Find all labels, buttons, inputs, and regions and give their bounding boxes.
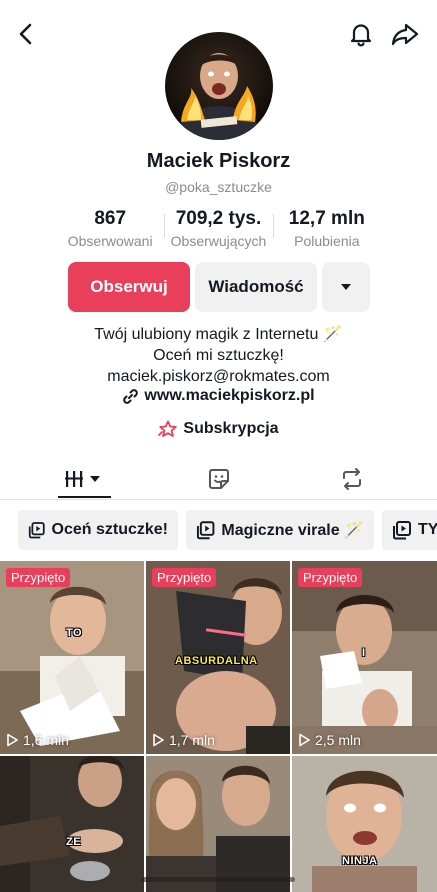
likes-count: 12,7 mln bbox=[288, 208, 365, 229]
video-thumbnail[interactable]: ZE bbox=[0, 756, 144, 892]
view-count-text: 2,5 mln bbox=[315, 732, 361, 748]
view-count-text: 1,7 mln bbox=[169, 732, 215, 748]
play-icon bbox=[153, 733, 164, 747]
followers-count: 709,2 tys. bbox=[175, 208, 262, 229]
play-icon bbox=[7, 733, 18, 747]
pinned-badge: Przypięto bbox=[6, 568, 71, 587]
playlist-label: TY bbox=[418, 521, 437, 538]
video-thumbnail[interactable]: Przypięto TO 1,6 mln bbox=[0, 561, 144, 754]
thumbnail-image bbox=[146, 756, 290, 892]
video-caption: I bbox=[362, 647, 366, 659]
likes-label: Polubienia bbox=[294, 233, 360, 249]
playlist-chip[interactable]: TY bbox=[382, 510, 437, 550]
video-grid: Przypięto TO 1,6 mln Przypięto ABSURDALN… bbox=[0, 561, 437, 892]
view-count: 1,7 mln bbox=[152, 732, 215, 748]
profile-link[interactable]: www.maciekpiskorz.pl bbox=[0, 387, 437, 405]
subscription-label: Subskrypcja bbox=[183, 420, 279, 437]
view-count: 2,5 mln bbox=[298, 732, 361, 748]
videos-grid-icon bbox=[65, 471, 100, 487]
video-thumbnail[interactable] bbox=[146, 756, 290, 892]
followers-stat[interactable]: 709,2 tys. Obserwujących bbox=[164, 208, 272, 252]
bio-email[interactable]: maciek.piskorz@rokmates.com bbox=[0, 366, 437, 387]
video-thumbnail[interactable]: NINJA bbox=[292, 756, 437, 892]
view-count: 1,6 mln bbox=[6, 732, 69, 748]
tab-reposts[interactable] bbox=[338, 464, 366, 494]
video-thumbnail[interactable]: Przypięto I 2,5 mln bbox=[292, 561, 437, 754]
playlist-chips: Oceń sztuczke! Magiczne virale 🪄 TY bbox=[0, 510, 437, 552]
home-indicator bbox=[141, 877, 295, 882]
message-button[interactable]: Wiadomość bbox=[195, 262, 317, 312]
share-icon[interactable] bbox=[390, 20, 420, 48]
profile-avatar[interactable] bbox=[165, 32, 273, 140]
tab-liked[interactable] bbox=[205, 464, 233, 494]
link-icon bbox=[123, 388, 139, 404]
subscription-button[interactable]: Subskrypcja bbox=[0, 420, 437, 438]
profile-bio: Twój ulubiony magik z Internetu 🪄 Oceń m… bbox=[0, 324, 437, 387]
caret-down-icon bbox=[341, 284, 351, 290]
thumbnail-image bbox=[292, 756, 437, 892]
playlist-icon bbox=[28, 522, 45, 539]
video-caption: NINJA bbox=[342, 855, 378, 867]
following-count: 867 bbox=[94, 208, 127, 229]
bio-line-1: Twój ulubiony magik z Internetu 🪄 bbox=[94, 326, 343, 343]
profile-handle: @poka_sztuczke bbox=[165, 179, 272, 195]
play-icon bbox=[299, 733, 310, 747]
playlist-icon bbox=[393, 521, 411, 540]
video-caption: ABSURDALNA bbox=[175, 655, 258, 667]
video-caption: TO bbox=[66, 627, 83, 639]
playlist-label: Oceń sztuczke! bbox=[51, 521, 168, 538]
video-caption: ZE bbox=[66, 836, 82, 848]
thumbnail-image bbox=[0, 561, 144, 754]
video-thumbnail[interactable]: Przypięto ABSURDALNA 1,7 mln bbox=[146, 561, 290, 754]
profile-link-text: www.maciekpiskorz.pl bbox=[144, 387, 315, 404]
repost-icon bbox=[343, 468, 361, 490]
subscription-star-icon bbox=[158, 420, 178, 437]
sticker-icon bbox=[209, 469, 229, 489]
more-options-button[interactable] bbox=[322, 262, 370, 312]
thumbnail-image bbox=[0, 756, 144, 892]
profile-name: Maciek Piskorz bbox=[146, 150, 291, 172]
pinned-badge: Przypięto bbox=[298, 568, 363, 587]
playlist-chip[interactable]: Oceń sztuczke! bbox=[18, 510, 178, 550]
active-tab-indicator bbox=[58, 496, 111, 498]
playlist-icon bbox=[196, 521, 215, 540]
playlist-label: Magiczne virale 🪄 bbox=[221, 522, 364, 539]
content-tabs bbox=[0, 458, 437, 500]
following-stat[interactable]: 867 Obserwowani bbox=[56, 208, 164, 252]
back-arrow-icon[interactable] bbox=[12, 20, 40, 48]
pinned-badge: Przypięto bbox=[152, 568, 217, 587]
avatar-image bbox=[179, 53, 259, 140]
profile-stats: 867 Obserwowani 709,2 tys. Obserwujących… bbox=[56, 208, 381, 252]
follow-button[interactable]: Obserwuj bbox=[68, 262, 190, 312]
bio-line-2: Oceń mi sztuczkę! bbox=[153, 347, 284, 364]
view-count-text: 1,6 mln bbox=[23, 732, 69, 748]
bell-icon[interactable] bbox=[347, 20, 375, 48]
following-label: Obserwowani bbox=[67, 233, 153, 249]
likes-stat[interactable]: 12,7 mln Polubienia bbox=[272, 208, 381, 252]
followers-label: Obserwujących bbox=[170, 233, 267, 249]
playlist-chip[interactable]: Magiczne virale 🪄 bbox=[186, 510, 374, 550]
tab-videos[interactable] bbox=[58, 464, 110, 494]
